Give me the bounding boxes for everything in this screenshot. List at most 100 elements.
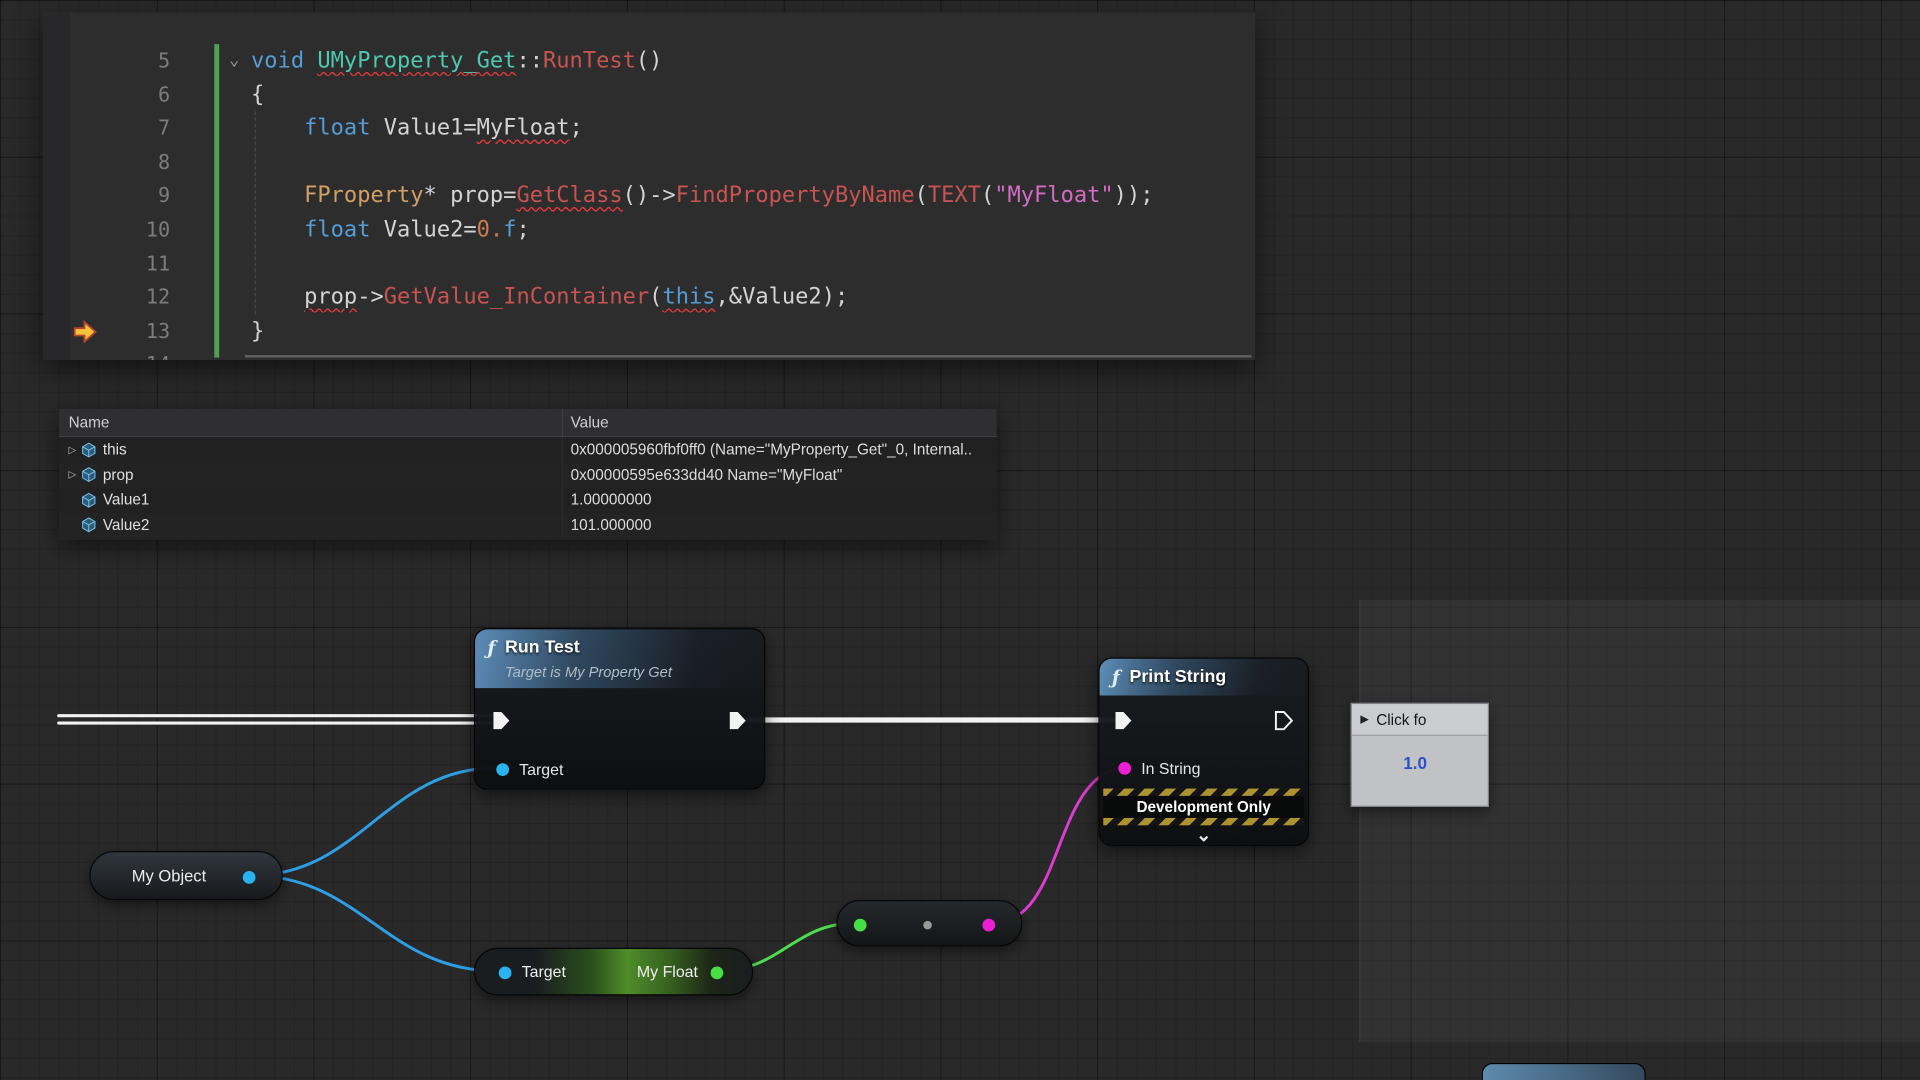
- line-number[interactable]: 5: [43, 44, 175, 78]
- code-line[interactable]: prop->GetValue_InContainer(this,&Value2)…: [227, 281, 1256, 315]
- variable-name: prop: [103, 466, 134, 483]
- code-line[interactable]: ⌄void UMyProperty_Get::RunTest(): [227, 44, 1256, 78]
- code-line[interactable]: FProperty* prop=GetClass()->FindProperty…: [227, 179, 1256, 213]
- column-header-name[interactable]: Name: [59, 409, 563, 436]
- watch-row[interactable]: ▷this0x000005960fbf0ff0 (Name="MyPropert…: [59, 437, 997, 462]
- horizontal-scrollbar[interactable]: [245, 355, 1252, 357]
- function-icon: ƒ: [1112, 666, 1120, 688]
- code-line[interactable]: }: [227, 314, 1256, 348]
- code-token: (: [915, 183, 928, 209]
- variable-label: My Object: [132, 866, 206, 884]
- node-print-string-header[interactable]: ƒ Print String: [1100, 659, 1308, 696]
- pin-label-my-float: My Float: [637, 949, 698, 994]
- my-object-pin[interactable]: [241, 869, 257, 885]
- node-subtitle: Target is My Property Get: [505, 664, 672, 681]
- object-wire-to-runtest-target[interactable]: [251, 768, 497, 876]
- line-number[interactable]: 8: [43, 145, 175, 179]
- expand-advanced-chevron-icon[interactable]: ⌄: [1100, 827, 1308, 845]
- conversion-out-pin[interactable]: [981, 917, 997, 933]
- variable-value: 0x00000595e633dd40 Name="MyFloat": [563, 466, 996, 483]
- line-number[interactable]: 12: [43, 281, 175, 315]
- tooltip-header-label: Click fo: [1376, 711, 1426, 728]
- watch-row[interactable]: ▷ prop 0x00000595e633dd40 Name="MyFloat": [59, 462, 997, 487]
- code-editor[interactable]: 567891011121314 ⌄void UMyProperty_Get::R…: [43, 12, 1255, 360]
- code-token: UMyProperty_Get: [317, 48, 516, 74]
- exec-in-pin[interactable]: [1113, 710, 1134, 731]
- code-token: ));: [1114, 183, 1154, 209]
- tooltip-header[interactable]: ▶ Click fo: [1352, 704, 1488, 736]
- code-token: [304, 48, 317, 74]
- exec-out-pin[interactable]: [727, 710, 748, 731]
- node-float-to-string-conversion[interactable]: [836, 900, 1022, 947]
- code-token: 0.: [477, 217, 504, 243]
- function-icon: ƒ: [487, 637, 495, 659]
- code-token: GetClass: [516, 183, 622, 209]
- variable-name: this: [103, 441, 127, 458]
- play-icon: ▶: [1360, 713, 1368, 726]
- variable-value: 1.00000000: [563, 491, 996, 508]
- watch-row[interactable]: Value1 1.00000000: [59, 487, 997, 512]
- target-pin[interactable]: [495, 762, 511, 778]
- partial-node[interactable]: [1482, 1063, 1646, 1080]
- in-string-pin[interactable]: [1117, 760, 1133, 776]
- code-token: TEXT: [928, 183, 981, 209]
- node-title: Print String: [1130, 666, 1227, 688]
- node-get-my-float[interactable]: Target My Float: [474, 948, 753, 996]
- code-token: RunTest: [543, 48, 636, 74]
- code-token: FProperty: [304, 183, 423, 209]
- line-number[interactable]: 9: [43, 179, 175, 213]
- column-header-value[interactable]: Value: [563, 409, 996, 436]
- code-line[interactable]: {: [227, 78, 1256, 112]
- expander-icon[interactable]: ▷: [64, 469, 81, 480]
- pin-label-target: Target: [519, 760, 563, 778]
- code-token: [251, 284, 304, 310]
- screen: ƒ Run Test Target is My Property Get Tar…: [0, 0, 1920, 1080]
- line-number[interactable]: 6: [43, 78, 175, 112]
- tooltip-value: 1.0: [1403, 753, 1487, 773]
- node-my-object[interactable]: My Object: [89, 851, 282, 900]
- line-number[interactable]: 10: [43, 213, 175, 247]
- pin-label-in-string: In String: [1141, 759, 1200, 777]
- changed-lines-bar: [214, 44, 219, 357]
- conversion-in-pin[interactable]: [852, 917, 868, 933]
- exec-out-pin-unconnected[interactable]: [1273, 710, 1294, 731]
- node-print-string[interactable]: ƒ Print String In String Development Onl…: [1098, 658, 1309, 847]
- code-line[interactable]: [227, 348, 1256, 360]
- gutter-numbers[interactable]: 567891011121314: [43, 44, 175, 360]
- line-number[interactable]: 13: [43, 314, 175, 348]
- code-token: MyFloat: [477, 115, 570, 141]
- code-line[interactable]: float Value1=MyFloat;: [227, 112, 1256, 146]
- code-line[interactable]: [227, 145, 1256, 179]
- node-run-test-header[interactable]: ƒ Run Test Target is My Property Get: [475, 629, 764, 688]
- code-token: [251, 183, 304, 209]
- line-number[interactable]: 14: [43, 348, 175, 360]
- conversion-dot-icon: [923, 920, 932, 929]
- fold-chevron-icon: ⌄: [229, 44, 239, 78]
- variable-cube-icon: [81, 492, 97, 508]
- watch-rows: ▷this0x000005960fbf0ff0 (Name="MyPropert…: [59, 437, 997, 537]
- code-line[interactable]: float Value2=0.f;: [227, 213, 1256, 247]
- code-line[interactable]: [227, 247, 1256, 281]
- variable-name: Value1: [103, 491, 150, 508]
- current-statement-arrow-icon: [72, 320, 98, 344]
- watch-panel[interactable]: Name Value ▷this0x000005960fbf0ff0 (Name…: [59, 409, 997, 540]
- object-wire-to-getter-target[interactable]: [251, 876, 497, 972]
- code-token: {: [251, 82, 264, 108]
- code-token: float: [304, 115, 370, 141]
- node-run-test[interactable]: ƒ Run Test Target is My Property Get Tar…: [474, 628, 765, 790]
- getter-target-pin[interactable]: [497, 965, 513, 981]
- watch-row[interactable]: Value2101.000000: [59, 512, 997, 537]
- code-token: (): [636, 48, 663, 74]
- variable-cube-icon: [81, 442, 97, 458]
- variable-name: Value2: [103, 516, 150, 533]
- code-token: GetValue_InContainer: [384, 284, 649, 310]
- code-lines[interactable]: ⌄void UMyProperty_Get::RunTest(){ float …: [227, 44, 1256, 360]
- line-number[interactable]: 11: [43, 247, 175, 281]
- expander-icon[interactable]: ▷: [64, 444, 81, 455]
- exec-in-pin[interactable]: [491, 710, 512, 731]
- line-number[interactable]: 7: [43, 112, 175, 146]
- code-token: ()->: [623, 183, 676, 209]
- code-token: [251, 217, 304, 243]
- code-token: FindPropertyByName: [676, 183, 915, 209]
- my-float-pin[interactable]: [709, 965, 725, 981]
